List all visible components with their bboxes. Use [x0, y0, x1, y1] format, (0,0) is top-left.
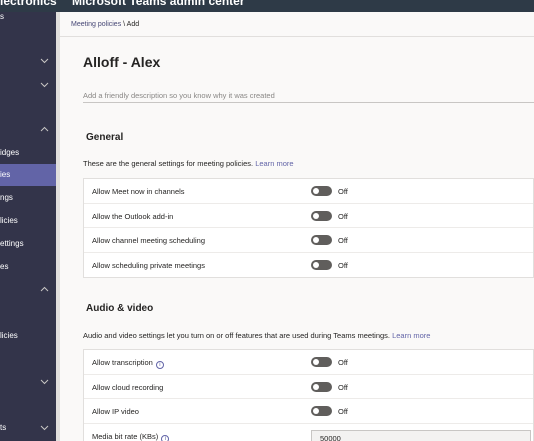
chevron-up-icon[interactable] — [40, 285, 49, 294]
chevron-down-icon[interactable] — [40, 377, 49, 386]
toggle-state: Off — [338, 236, 348, 245]
setting-row: Media bit rate (KBs) i 50000 — [84, 424, 533, 441]
setting-row: Allow transcription i Off — [84, 350, 533, 375]
setting-label: Allow the Outlook add-in — [92, 211, 174, 221]
section-description-text: Audio and video settings let you turn on… — [83, 331, 390, 340]
section-title-general: General — [86, 132, 124, 143]
chevron-down-icon[interactable] — [40, 423, 49, 432]
setting-row: Allow channel meeting scheduling Off — [84, 228, 533, 253]
setting-label: Allow cloud recording — [92, 382, 164, 392]
toggle-switch[interactable] — [311, 210, 332, 221]
chevron-down-icon[interactable] — [40, 80, 49, 89]
info-icon[interactable]: i — [155, 361, 164, 369]
nav-item-meeting-policies[interactable]: ies — [0, 164, 56, 186]
nav-item-label: ies — [0, 170, 11, 179]
setting-label: Allow channel meeting scheduling — [92, 236, 205, 245]
breadcrumb-current: Add — [126, 21, 140, 28]
setting-label: Media bit rate (KBs) i — [92, 432, 170, 441]
nav-item-1[interactable]: idges — [0, 142, 56, 164]
toggle-state: Off — [338, 407, 348, 416]
nav-item-label: ettings — [0, 239, 24, 248]
main-content: Meeting policies \ Add Alloff - Alex Add… — [56, 12, 534, 441]
setting-row: Allow Meet now in channels Off — [84, 179, 533, 204]
media-bit-rate-input[interactable]: 50000 — [311, 429, 531, 441]
policy-name-title[interactable]: Alloff - Alex — [83, 54, 160, 70]
nav-item-label: ngs — [0, 193, 13, 202]
nav-item-3[interactable]: ngs — [0, 187, 56, 209]
nav-item-4[interactable]: licies — [0, 210, 56, 232]
audio-video-settings-card: Allow transcription i Off Allow cloud rec… — [83, 349, 534, 441]
toggle-switch[interactable] — [311, 235, 332, 245]
setting-row: Allow IP video Off — [84, 399, 533, 424]
toggle-switch[interactable] — [311, 259, 332, 270]
toggle-state: Off — [338, 211, 348, 221]
toggle-switch[interactable] — [311, 406, 332, 416]
org-name: Electronics — [0, 0, 57, 8]
description-field[interactable]: Add a friendly description so you know w… — [83, 91, 275, 100]
toggle-switch[interactable] — [311, 357, 332, 367]
setting-label: Allow Meet now in channels — [92, 187, 185, 196]
breadcrumb: Meeting policies \ Add — [71, 21, 139, 28]
nav-item-label: idges — [0, 148, 20, 157]
setting-row: Allow the Outlook add-in Off — [84, 204, 533, 228]
nav-item-label: licies — [0, 331, 18, 340]
top-bar: Electronics Microsoft Teams admin center — [0, 0, 534, 12]
nav-item-6[interactable]: es — [0, 256, 56, 278]
toggle-state: Off — [338, 358, 348, 367]
toggle-switch[interactable] — [311, 381, 332, 392]
toggle-state: Off — [338, 260, 348, 270]
left-nav: s idges ies ngs licies ettings es licies… — [0, 12, 56, 441]
setting-label: Allow transcription i — [92, 358, 164, 369]
info-icon[interactable]: i — [161, 434, 170, 441]
nav-item-label: s — [0, 12, 4, 21]
nav-item-label: es — [0, 262, 9, 271]
general-settings-card: Allow Meet now in channels Off Allow the… — [83, 178, 534, 278]
section-description-audio-video: Audio and video settings let you turn on… — [83, 331, 430, 340]
setting-row: Allow cloud recording Off — [84, 375, 533, 399]
scrollbar[interactable] — [56, 12, 60, 441]
nav-item-0[interactable]: s — [0, 12, 56, 28]
chevron-down-icon[interactable] — [40, 56, 49, 65]
setting-row: Allow scheduling private meetings Off — [84, 253, 533, 278]
setting-label: Allow scheduling private meetings — [92, 260, 205, 270]
section-description-text: These are the general settings for meeti… — [83, 159, 254, 168]
learn-more-link[interactable]: Learn more — [255, 159, 293, 168]
breadcrumb-link-meeting-policies[interactable]: Meeting policies — [71, 21, 121, 28]
toggle-state: Off — [338, 187, 348, 196]
app-title: Microsoft Teams admin center — [72, 0, 245, 8]
nav-item-5[interactable]: ettings — [0, 233, 56, 255]
nav-item-label: ts — [0, 423, 7, 432]
setting-label: Allow IP video — [92, 407, 139, 416]
section-title-audio-video: Audio & video — [86, 303, 154, 314]
toggle-state: Off — [338, 382, 348, 392]
nav-item-label: licies — [0, 216, 18, 225]
nav-item-7[interactable]: licies — [0, 325, 56, 347]
learn-more-link[interactable]: Learn more — [392, 331, 430, 340]
breadcrumb-separator: \ — [123, 21, 126, 28]
chevron-up-icon[interactable] — [40, 125, 49, 134]
toggle-switch[interactable] — [311, 186, 332, 196]
section-description-general: These are the general settings for meeti… — [83, 159, 294, 168]
description-underline — [83, 102, 534, 103]
divider — [60, 36, 534, 37]
